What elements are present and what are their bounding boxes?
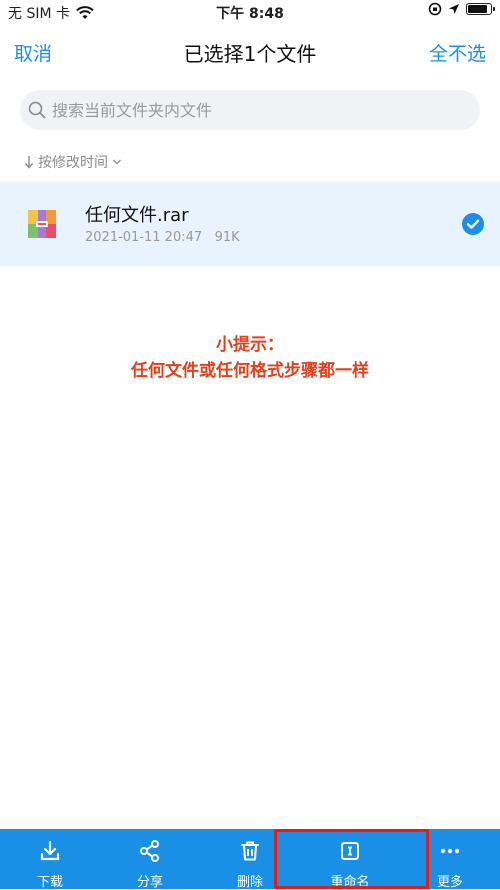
file-meta: 2021-01-11 20:47 91K bbox=[85, 230, 240, 245]
share-label: 分享 bbox=[136, 875, 163, 890]
status-bar-right bbox=[428, 2, 495, 16]
search-bar[interactable] bbox=[20, 90, 480, 130]
checkmark-icon[interactable] bbox=[462, 213, 484, 235]
search-input[interactable] bbox=[52, 90, 452, 130]
highlight-annotation bbox=[274, 829, 429, 889]
nav-bar: 取消 已选择1个文件 全不选 bbox=[0, 30, 500, 74]
search-icon bbox=[28, 101, 46, 119]
file-name: 任何文件.rar bbox=[85, 205, 189, 226]
tip-title: 小提示： bbox=[216, 335, 284, 355]
chevron-down-icon bbox=[113, 159, 121, 165]
download-label: 下载 bbox=[36, 875, 63, 890]
deselect-all-button[interactable]: 全不选 bbox=[429, 39, 486, 66]
file-modified-time: 2021-01-11 20:47 bbox=[85, 230, 203, 245]
tip-message: 任何文件或任何格式步骤都一样 bbox=[131, 361, 369, 381]
location-icon bbox=[449, 4, 459, 14]
arrow-down-icon bbox=[24, 156, 34, 169]
status-bar: 无 SIM 卡 下午 8:48 bbox=[0, 0, 500, 24]
orientation-lock-icon bbox=[428, 2, 442, 16]
file-size: 91K bbox=[214, 230, 240, 245]
download-button[interactable]: 下载 bbox=[0, 829, 100, 890]
download-icon bbox=[40, 840, 60, 861]
sort-control[interactable]: 按修改时间 bbox=[24, 152, 122, 172]
status-time: 下午 8:48 bbox=[216, 6, 284, 22]
battery-icon bbox=[466, 3, 495, 15]
share-button[interactable]: 分享 bbox=[100, 829, 200, 890]
trash-icon bbox=[241, 841, 259, 861]
share-icon bbox=[140, 840, 159, 862]
page-title: 已选择1个文件 bbox=[183, 42, 317, 66]
battery-level bbox=[468, 5, 487, 13]
sort-label: 按修改时间 bbox=[38, 155, 108, 171]
file-list-item[interactable]: 任何文件.rar 2021-01-11 20:47 91K bbox=[0, 182, 500, 266]
more-icon bbox=[440, 848, 460, 854]
rar-archive-icon bbox=[28, 210, 56, 238]
